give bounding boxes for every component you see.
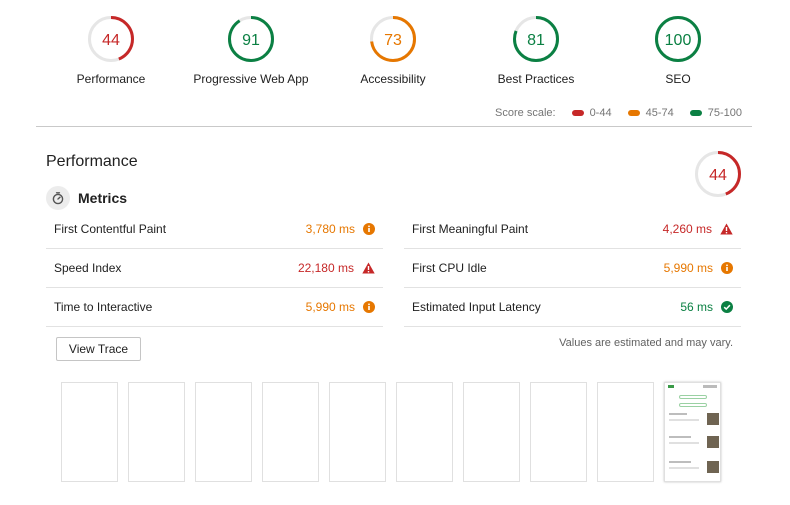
metric-row: First Contentful Paint 3,780 ms xyxy=(46,210,383,249)
scale-range-pass: 75-100 xyxy=(689,107,742,119)
metric-label: Time to Interactive xyxy=(54,300,153,314)
metric-value: 3,780 ms xyxy=(305,222,355,236)
metric-row: Time to Interactive 5,990 ms xyxy=(46,288,383,327)
gauge-label: Progressive Web App xyxy=(193,72,309,86)
scale-range-text: 0-44 xyxy=(589,107,612,119)
metrics-column-right: First Meaningful Paint 4,260 ms First CP… xyxy=(404,210,741,327)
filmstrip-frame xyxy=(195,382,252,482)
gauge-label: Performance xyxy=(76,72,146,86)
estimate-note: Values are estimated and may vary. xyxy=(559,337,733,349)
gauge-ring: 73 xyxy=(370,16,416,62)
metrics-column-left: First Contentful Paint 3,780 ms Speed In… xyxy=(46,210,383,327)
gauge-score: 91 xyxy=(242,32,260,49)
score-gauges: 44 Performance 91 Progressive Web App 73… xyxy=(36,15,752,95)
scale-range-average: 45-74 xyxy=(627,107,674,119)
gauge-label: SEO xyxy=(665,72,691,86)
info-circle-icon xyxy=(363,301,375,313)
gauge-label: Best Practices xyxy=(497,72,575,86)
gauge-score: 81 xyxy=(527,32,545,49)
filmstrip-frame xyxy=(530,382,587,482)
average-pill-icon xyxy=(627,110,640,116)
filmstrip-frame xyxy=(61,382,118,482)
gauge-score: 44 xyxy=(102,32,120,49)
gauge-ring: 91 xyxy=(228,16,274,62)
stopwatch-icon xyxy=(46,186,70,210)
metrics-title: Metrics xyxy=(78,190,128,206)
gauge-seo[interactable]: 100 SEO xyxy=(603,15,753,86)
metric-row: First CPU Idle 5,990 ms xyxy=(404,249,741,288)
gauge-ring: 44 xyxy=(88,16,134,62)
info-circle-icon xyxy=(363,223,375,235)
scale-range-fail: 0-44 xyxy=(571,107,612,119)
metric-value: 56 ms xyxy=(680,300,713,314)
metric-row: First Meaningful Paint 4,260 ms xyxy=(404,210,741,249)
metric-label: Speed Index xyxy=(54,261,122,275)
gauge-accessibility[interactable]: 73 Accessibility xyxy=(318,15,468,86)
metric-label: First Meaningful Paint xyxy=(412,222,529,236)
filmstrip-frame xyxy=(597,382,654,482)
metric-label: First Contentful Paint xyxy=(54,222,167,236)
warning-triangle-icon xyxy=(362,262,375,274)
metric-label: Estimated Input Latency xyxy=(412,300,541,314)
filmstrip-frame xyxy=(262,382,319,482)
pass-pill-icon xyxy=(689,110,702,116)
filmstrip-frame xyxy=(396,382,453,482)
filmstrip-frame-rendered xyxy=(664,382,721,482)
scale-range-text: 75-100 xyxy=(707,107,742,119)
check-circle-icon xyxy=(721,301,733,313)
gauge-performance[interactable]: 44 Performance xyxy=(36,15,186,86)
category-gauge: 44 xyxy=(694,150,742,203)
gauge-label: Accessibility xyxy=(360,72,426,86)
filmstrip-frame xyxy=(329,382,386,482)
metric-row: Estimated Input Latency 56 ms xyxy=(404,288,741,327)
category-score: 44 xyxy=(709,167,727,184)
fail-pill-icon xyxy=(571,110,584,116)
gauge-ring: 100 xyxy=(655,16,701,62)
warning-triangle-icon xyxy=(720,223,733,235)
category-gauge-ring: 44 xyxy=(695,151,741,197)
filmstrip-frame xyxy=(128,382,185,482)
metric-value: 5,990 ms xyxy=(663,261,713,275)
info-circle-icon xyxy=(721,262,733,274)
score-scale-label: Score scale: xyxy=(495,107,556,119)
category-title: Performance xyxy=(46,153,138,170)
gauge-progressive-web-app[interactable]: 91 Progressive Web App xyxy=(176,15,326,86)
scale-range-text: 45-74 xyxy=(645,107,674,119)
metric-label: First CPU Idle xyxy=(412,261,487,275)
gauge-score: 100 xyxy=(665,32,692,49)
view-trace-button[interactable]: View Trace xyxy=(56,337,141,361)
gauge-score: 73 xyxy=(384,32,402,49)
metric-row: Speed Index 22,180 ms xyxy=(46,249,383,288)
section-divider xyxy=(36,126,752,127)
gauge-best-practices[interactable]: 81 Best Practices xyxy=(461,15,611,86)
metric-value: 5,990 ms xyxy=(305,300,355,314)
gauge-ring: 81 xyxy=(513,16,559,62)
metrics-header: Metrics xyxy=(46,186,127,210)
filmstrip-frame xyxy=(463,382,520,482)
score-scale-legend: Score scale: 0-44 45-74 75-100 xyxy=(495,107,742,119)
metric-value: 22,180 ms xyxy=(297,261,354,275)
metric-value: 4,260 ms xyxy=(662,222,712,236)
